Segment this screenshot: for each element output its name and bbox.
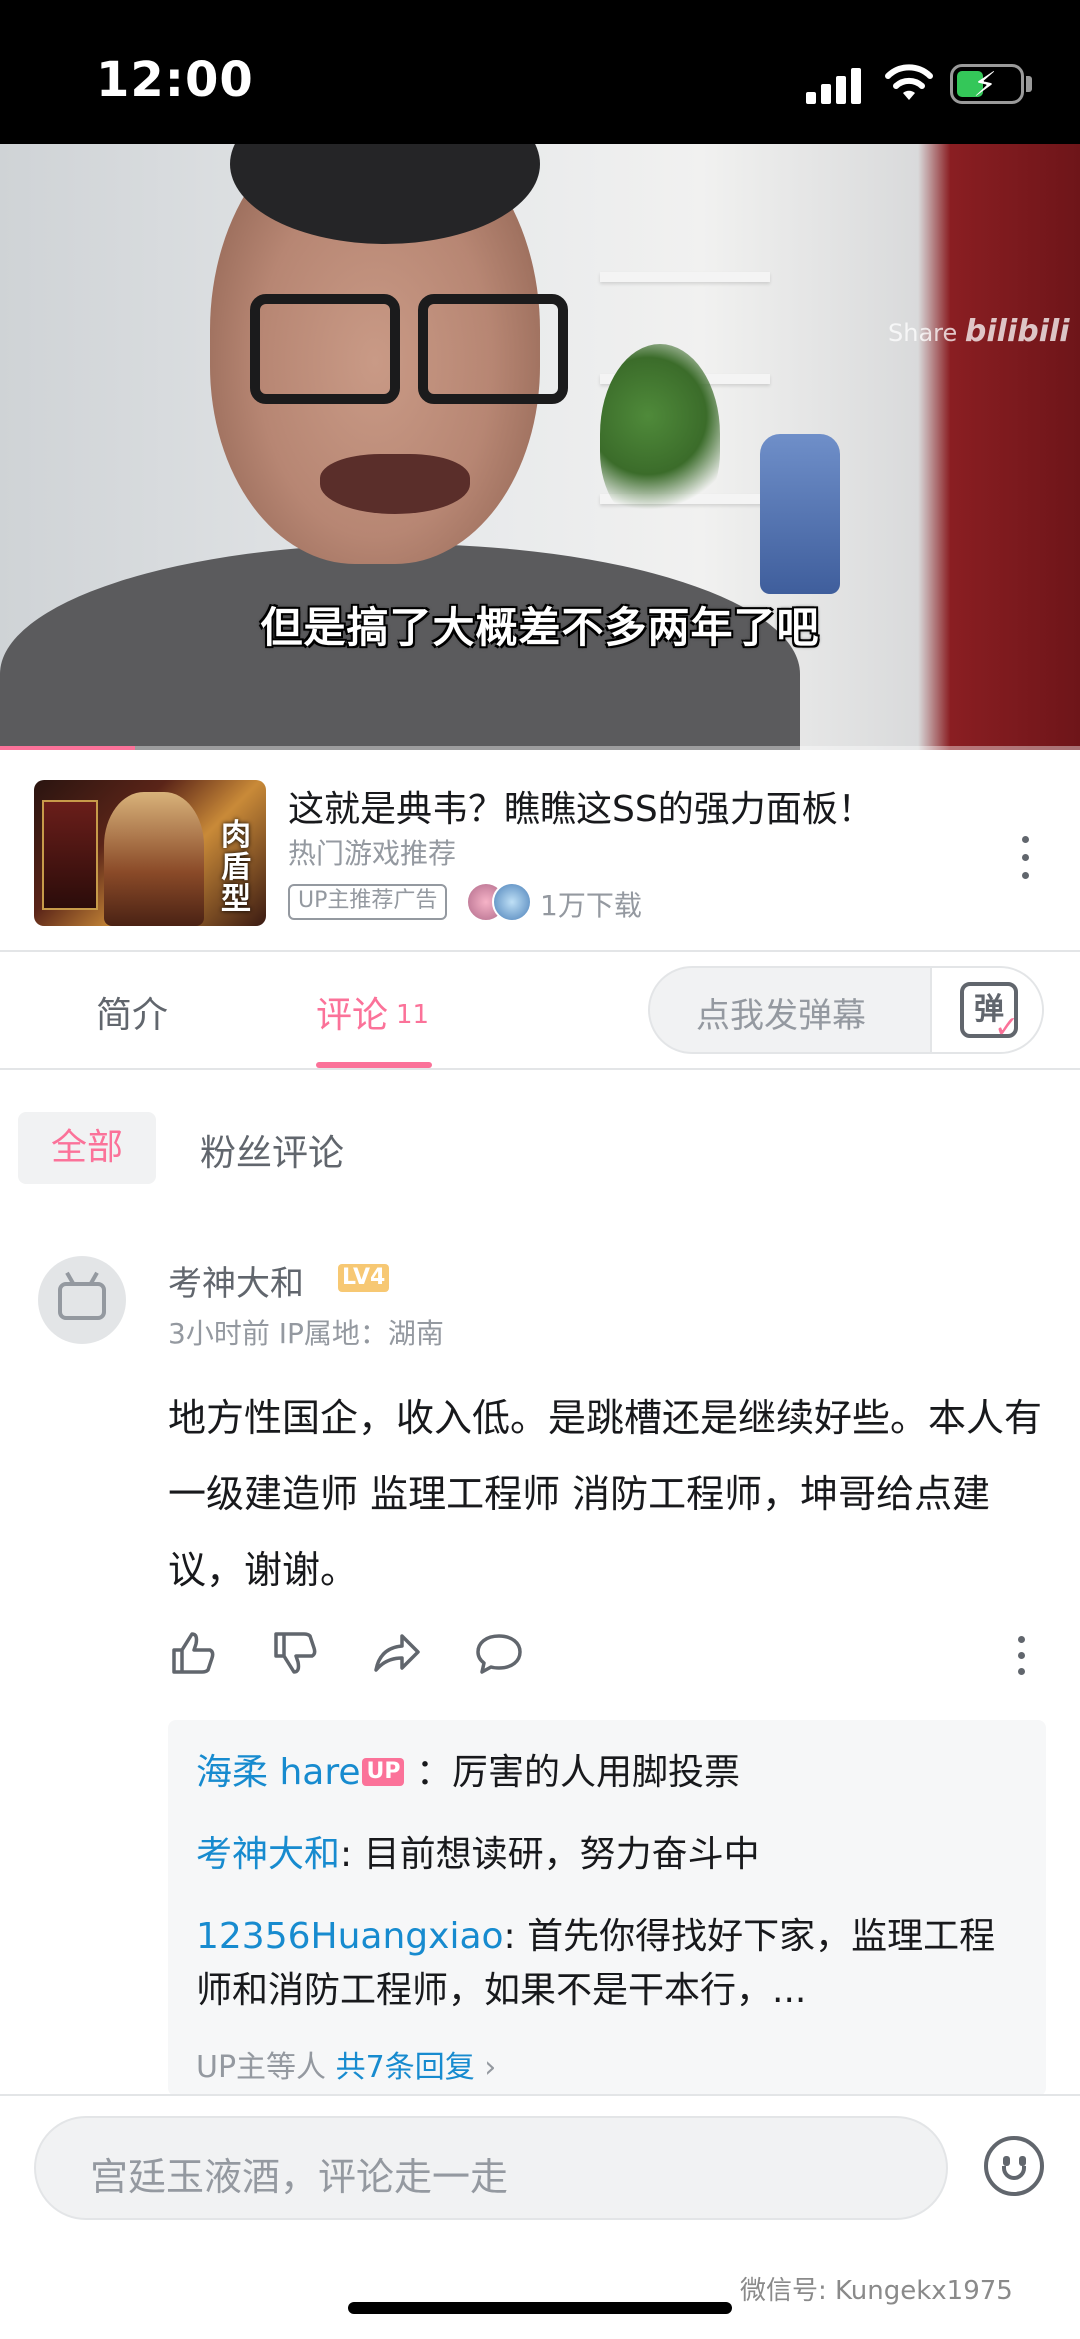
divider xyxy=(0,1068,1080,1070)
danmaku-bar[interactable]: 点我发弹幕 弹 ✓ xyxy=(648,966,1044,1054)
reply-more-prefix: UP主等人 xyxy=(196,2050,327,2085)
dislike-icon[interactable] xyxy=(270,1628,320,1678)
comment-ip: IP属地：湖南 xyxy=(278,1317,444,1350)
battery-charging-icon: ⚡ xyxy=(950,64,1024,105)
tv-icon xyxy=(58,1282,106,1320)
ad-thumb-card xyxy=(42,800,98,910)
towel xyxy=(760,434,840,594)
reply-username[interactable]: 考神大和 xyxy=(196,1834,340,1875)
ad-card[interactable]: 肉盾型 这就是典韦？瞧瞧这SS的强力面板！ 热门游戏推荐 UP主推荐广告 1万下… xyxy=(0,760,1080,950)
ad-badge: UP主推荐广告 xyxy=(288,884,448,920)
emoji-eye xyxy=(1019,2156,1026,2166)
avatar[interactable] xyxy=(38,1256,126,1344)
ad-thumbnail[interactable]: 肉盾型 xyxy=(34,780,266,926)
wifi-icon xyxy=(885,64,933,100)
check-icon: ✓ xyxy=(994,1010,1020,1045)
reply-preview[interactable]: 海柔 hare UP ：厉害的人用脚投票 考神大和: 目前想读研，努力奋斗中 12… xyxy=(168,1720,1046,2096)
battery-cap xyxy=(1026,76,1032,92)
tab-comments[interactable]: 评论 11 xyxy=(316,986,429,1038)
comment-username[interactable]: 考神大和 xyxy=(168,1256,304,1305)
reply-item[interactable]: 考神大和: 目前想读研，努力奋斗中 xyxy=(196,1828,1026,1882)
video-player[interactable]: Share bilibili xyxy=(0,144,1080,750)
reply-text: ：厉害的人用脚投票 xyxy=(415,1752,740,1793)
tab-comments-count: 11 xyxy=(396,1000,430,1030)
like-icon[interactable] xyxy=(168,1628,218,1678)
status-time: 12:00 xyxy=(96,52,254,108)
comment-actions xyxy=(168,1628,1048,1678)
ad-subtitle: 热门游戏推荐 xyxy=(288,837,457,870)
video-subtitle: 但是搞了大概差不多两年了吧 xyxy=(260,603,820,652)
video-progress-fill xyxy=(0,746,135,750)
comment-time: 3小时前 xyxy=(168,1317,270,1350)
reply-icon[interactable] xyxy=(474,1628,524,1678)
ad-thumb-figure xyxy=(104,792,204,926)
video-speaker xyxy=(0,144,800,750)
cellular-signal-icon xyxy=(806,66,864,104)
watermark-brand: bilibili xyxy=(964,314,1070,349)
reply-item[interactable]: 12356Huangxiao: 首先你得找好下家，监理工程师和消防工程师，如果不… xyxy=(196,1910,1026,2018)
ad-user-avatars xyxy=(466,882,540,922)
comment-input[interactable]: 宫廷玉液酒，评论走一走 xyxy=(34,2116,948,2220)
home-indicator[interactable] xyxy=(348,2302,732,2314)
speaker-glasses xyxy=(210,294,570,404)
ad-title[interactable]: 这就是典韦？瞧瞧这SS的强力面板！ xyxy=(288,780,874,832)
ad-downloads: 1万下载 xyxy=(540,889,642,922)
watermark-share: Share xyxy=(888,319,958,347)
filter-all[interactable]: 全部 xyxy=(18,1112,156,1184)
tab-intro[interactable]: 简介 xyxy=(96,986,168,1038)
level-badge: LV4 xyxy=(338,1264,390,1292)
emoji-eye xyxy=(1003,2156,1010,2166)
danmaku-toggle-button[interactable]: 弹 ✓ xyxy=(930,968,1042,1052)
up-badge: UP xyxy=(362,1758,405,1786)
status-bar: 12:00 ⚡ xyxy=(0,0,1080,144)
reply-more-total: 共7条回复 xyxy=(335,2050,475,2085)
reply-username[interactable]: 12356Huangxiao xyxy=(196,1916,504,1957)
emoji-smile xyxy=(1002,2166,1026,2180)
filter-fans[interactable]: 粉丝评论 xyxy=(200,1124,344,1176)
video-progress-track[interactable] xyxy=(0,746,1080,750)
danmaku-input[interactable]: 点我发弹幕 xyxy=(696,988,866,1037)
emoji-icon[interactable] xyxy=(984,2136,1044,2196)
chevron-right-icon: › xyxy=(484,2050,497,2085)
reply-text: : 目前想读研，努力奋斗中 xyxy=(340,1834,760,1875)
wechat-watermark: 微信号: Kungekx1975 xyxy=(740,2276,1013,2306)
plant xyxy=(600,344,720,524)
comment-input-placeholder: 宫廷玉液酒，评论走一走 xyxy=(90,2155,509,2199)
speaker-mouth xyxy=(320,454,470,514)
share-icon[interactable] xyxy=(372,1628,422,1678)
ad-thumb-tag: 肉盾型 xyxy=(221,818,251,917)
reply-item[interactable]: 海柔 hare UP ：厉害的人用脚投票 xyxy=(196,1746,1026,1800)
view-all-replies[interactable]: UP主等人 共7条回复 › xyxy=(196,2042,496,2086)
video-watermark: Share bilibili xyxy=(888,314,1070,349)
comment-more-icon[interactable] xyxy=(1010,1630,1034,1680)
danmaku-icon: 弹 ✓ xyxy=(960,982,1019,1045)
more-vertical-icon[interactable] xyxy=(1014,830,1038,890)
comment-meta: 3小时前 IP属地：湖南 xyxy=(168,1312,444,1352)
shelf xyxy=(600,272,770,282)
divider xyxy=(0,950,1080,952)
tab-comments-label: 评论 xyxy=(316,995,389,1036)
comment-text: 地方性国企，收入低。是跳槽还是继续好些。本人有一级建造师 监理工程师 消防工程师… xyxy=(168,1396,1043,1592)
reply-username[interactable]: 海柔 hare xyxy=(196,1752,360,1793)
